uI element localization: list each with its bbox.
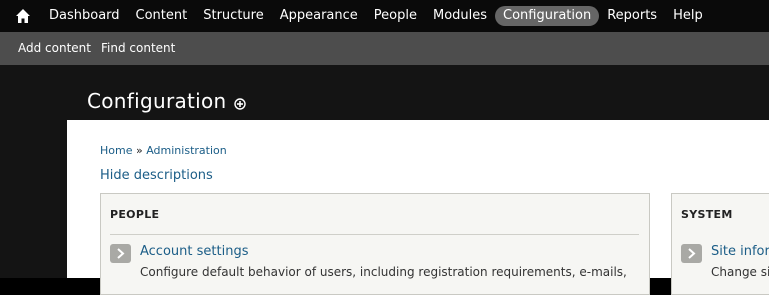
chevron-right-icon[interactable] (110, 244, 131, 263)
main-content: Home » Administration Hide descriptions … (67, 120, 769, 295)
site-information-link[interactable]: Site infor (711, 244, 769, 259)
toolbar-item-configuration[interactable]: Configuration (495, 6, 600, 26)
breadcrumb: Home » Administration (100, 144, 227, 157)
shortcut-add-content[interactable]: Add content (18, 41, 91, 55)
system-panel: SYSTEM Site infor Change si (671, 193, 769, 295)
panel-title: PEOPLE (110, 208, 160, 221)
account-settings-link[interactable]: Account settings (140, 244, 248, 259)
admin-toolbar: Dashboard Content Structure Appearance P… (0, 0, 769, 32)
shortcuts-bar: Add content Find content (0, 32, 769, 65)
breadcrumb-administration[interactable]: Administration (146, 144, 227, 157)
people-panel: PEOPLE Account settings Configure defaul… (100, 193, 650, 295)
shortcut-find-content[interactable]: Find content (101, 41, 175, 55)
toolbar-item-structure[interactable]: Structure (195, 6, 271, 26)
toolbar-nav: Dashboard Content Structure Appearance P… (41, 6, 711, 26)
panel-title: SYSTEM (681, 208, 733, 221)
breadcrumb-separator: » (135, 144, 143, 157)
account-settings-description: Configure default behavior of users, inc… (140, 265, 627, 279)
site-information-description: Change si (711, 265, 769, 279)
home-icon[interactable] (15, 8, 31, 24)
toolbar-item-dashboard[interactable]: Dashboard (41, 6, 128, 26)
hide-descriptions-link[interactable]: Hide descriptions (100, 168, 213, 183)
toolbar-item-reports[interactable]: Reports (599, 6, 665, 26)
toolbar-item-help[interactable]: Help (665, 6, 711, 26)
chevron-right-icon[interactable] (681, 244, 702, 263)
toolbar-item-people[interactable]: People (366, 6, 425, 26)
toolbar-item-appearance[interactable]: Appearance (272, 6, 366, 26)
breadcrumb-home[interactable]: Home (100, 144, 132, 157)
toolbar-item-content[interactable]: Content (128, 6, 196, 26)
panel-divider (110, 234, 639, 235)
page-title: Configuration (87, 89, 227, 113)
toolbar-item-modules[interactable]: Modules (425, 6, 495, 26)
plus-circle-icon[interactable] (234, 98, 246, 110)
